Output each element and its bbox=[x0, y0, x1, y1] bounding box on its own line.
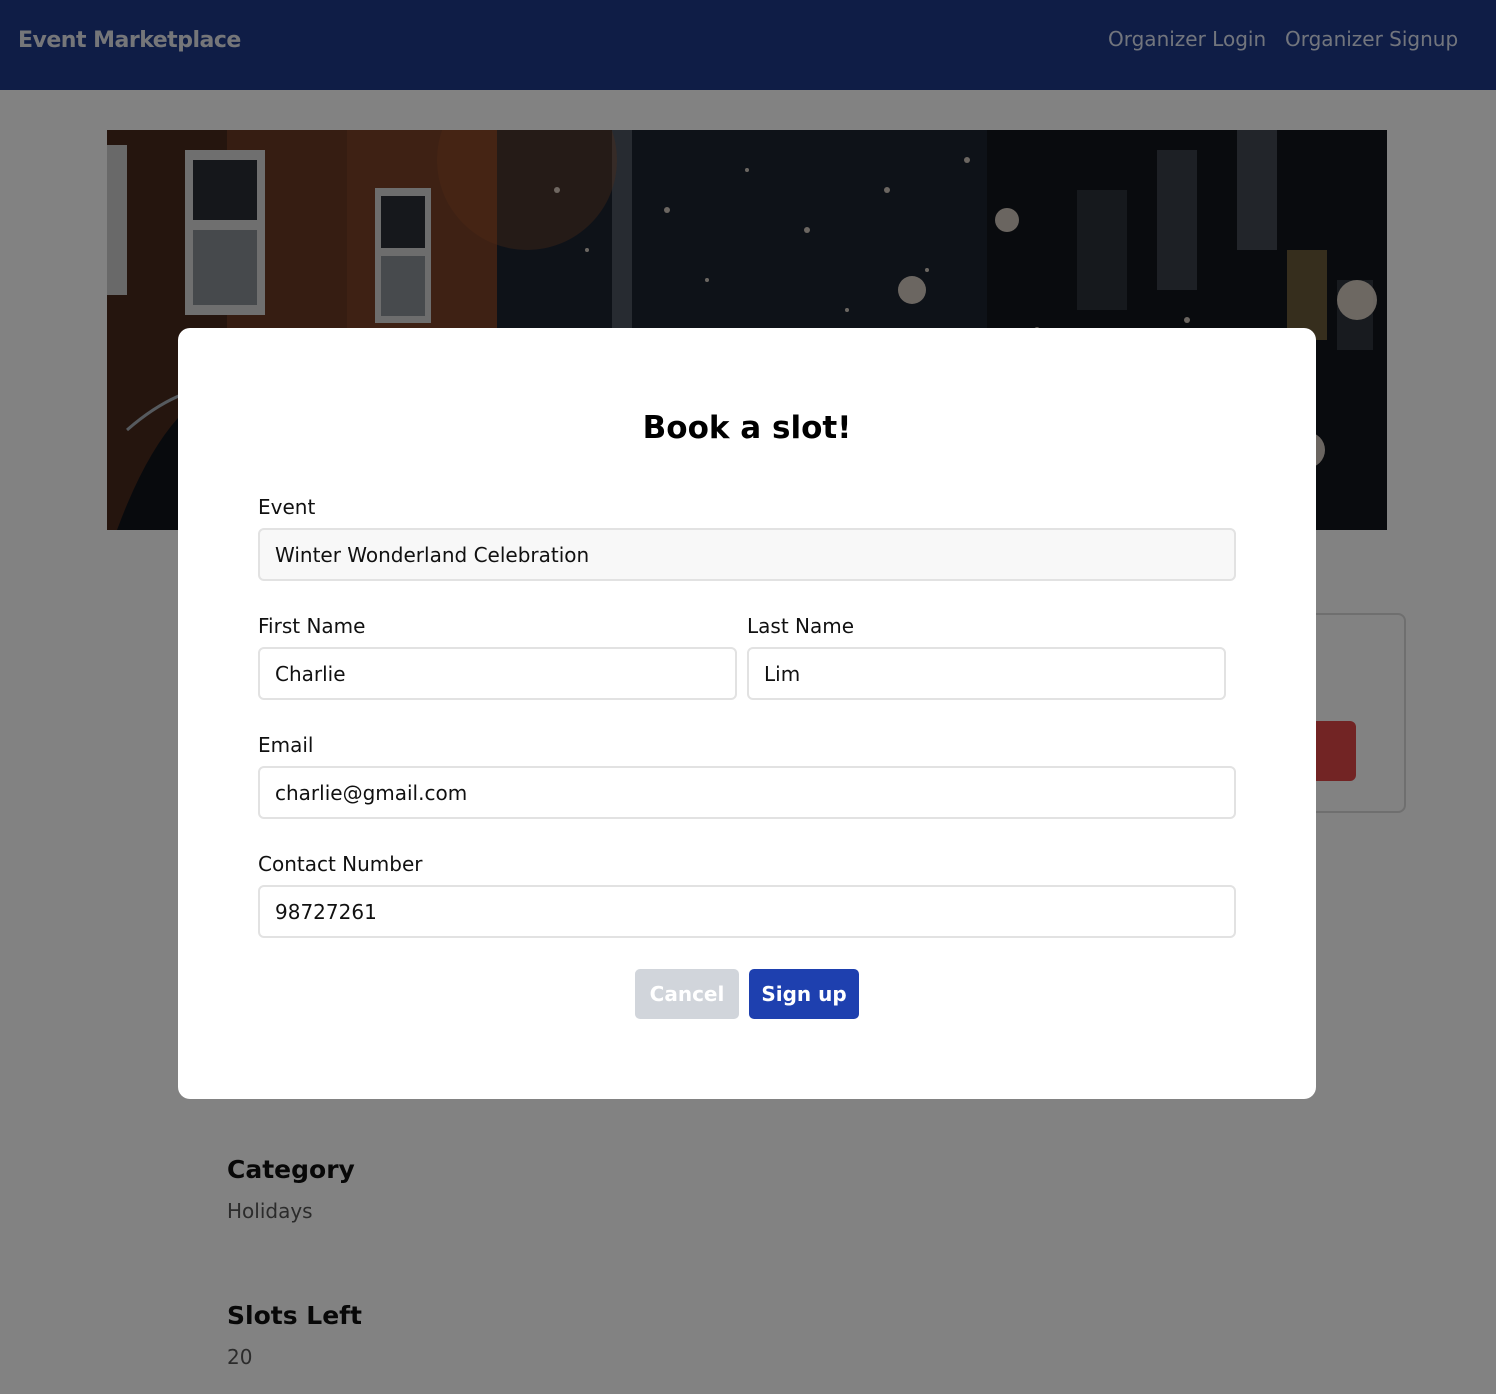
last-name-field[interactable] bbox=[747, 647, 1226, 700]
email-field[interactable] bbox=[258, 766, 1236, 819]
last-name-label: Last Name bbox=[747, 614, 855, 638]
first-name-label: First Name bbox=[258, 614, 366, 638]
email-label: Email bbox=[258, 733, 314, 757]
sign-up-button[interactable]: Sign up bbox=[749, 969, 859, 1019]
contact-number-field[interactable] bbox=[258, 885, 1236, 938]
cancel-button[interactable]: Cancel bbox=[635, 969, 739, 1019]
event-field[interactable] bbox=[258, 528, 1236, 581]
contact-number-label: Contact Number bbox=[258, 852, 423, 876]
modal-title: Book a slot! bbox=[642, 410, 852, 446]
first-name-field[interactable] bbox=[258, 647, 737, 700]
book-slot-modal: Book a slot! Event First Name Last Name … bbox=[178, 328, 1316, 1099]
event-label: Event bbox=[258, 495, 316, 519]
